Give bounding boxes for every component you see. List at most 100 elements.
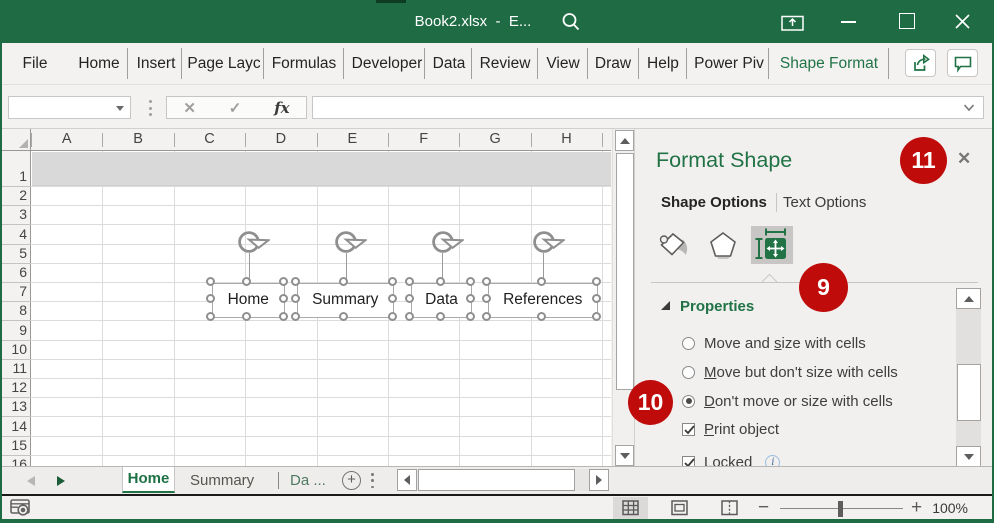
selection-handle[interactable] [466,311,475,321]
row-header-13[interactable]: 13 [2,398,27,414]
row-header-11[interactable]: 11 [2,360,27,376]
grid-horizontal-scrollbar[interactable] [397,469,609,491]
column-header-b[interactable]: B [102,129,173,150]
row-header-2[interactable]: 2 [2,187,27,203]
rotate-handle-icon[interactable] [333,229,368,255]
ribbon-tab-page-layc[interactable]: Page Layc [187,43,260,85]
page-break-preview-icon[interactable] [721,500,738,516]
radio-icon[interactable] [682,336,695,350]
ribbon-tab-home[interactable]: Home [78,43,119,85]
pane-scroll-up-button[interactable] [956,288,981,309]
rotate-handle-icon[interactable] [531,229,565,255]
sheet-nav-right-icon[interactable] [57,476,65,486]
worksheet-grid[interactable]: ABCDEFGH 1 2 3 4 5 6 7 8 9 10 11 12 13 14 15 16 Home Sum… [2,129,611,466]
zoom-in-button[interactable]: + [911,497,922,519]
ribbon-tab-file[interactable]: File [23,43,48,85]
radio-dont-move-or-size[interactable]: Don't move or size with cells [682,393,893,410]
column-header-a[interactable]: A [31,129,102,150]
select-all-corner[interactable] [2,129,31,151]
row-header-6[interactable]: 6 [2,264,27,280]
selection-handle[interactable] [290,294,300,304]
size-properties-icon-tab[interactable] [751,226,793,264]
column-header-g[interactable]: G [459,129,530,150]
row-header-12[interactable]: 12 [2,379,27,395]
pane-scroll-thumb[interactable] [956,364,981,421]
selection-handle[interactable] [435,311,445,321]
selection-handle[interactable] [206,311,215,321]
row-header-4[interactable]: 4 [2,226,27,242]
column-header-h[interactable]: H [531,129,602,150]
column-header-c[interactable]: C [174,129,245,150]
scroll-right-button[interactable] [589,469,609,491]
formula-bar-drag-handle[interactable] [149,100,152,116]
ribbon-tab-help[interactable]: Help [647,43,679,85]
row-header-10[interactable]: 10 [2,341,27,357]
selection-handle[interactable] [482,311,491,321]
selection-handle[interactable] [278,276,288,286]
selection-handle[interactable] [466,276,475,286]
selection-handle[interactable] [388,276,397,286]
radio-icon[interactable] [682,365,695,379]
vertical-scroll-thumb[interactable] [615,153,634,390]
selection-handle[interactable] [278,294,288,304]
name-box-dropdown-icon[interactable] [116,106,124,111]
row-header-5[interactable]: 5 [2,245,27,261]
row-header-14[interactable]: 14 [2,418,27,434]
column-header-e[interactable]: E [317,129,388,150]
section-collapse-icon[interactable] [661,301,670,310]
selection-handle[interactable] [290,276,300,286]
ribbon-tab-data[interactable]: Data [433,43,466,85]
shape-home[interactable]: Home [206,230,288,321]
ribbon-tab-developer[interactable]: Developer [352,43,423,85]
selection-handle[interactable] [536,276,546,286]
enter-button[interactable]: ✓ [229,99,242,117]
macro-recording-icon[interactable] [10,499,30,516]
page-layout-view-icon[interactable] [671,500,688,516]
tab-text-options[interactable]: Text Options [783,194,866,211]
pane-close-button[interactable]: ✕ [957,149,971,169]
pane-scroll-down-button[interactable] [956,446,981,467]
row-header-15[interactable]: 15 [2,437,27,453]
sheet-tab-home[interactable]: Home [122,467,175,493]
fill-line-icon-tab[interactable] [653,226,695,264]
radio-icon[interactable] [682,394,695,408]
tab-shape-options[interactable]: Shape Options [661,194,767,211]
search-icon[interactable] [560,11,582,33]
cancel-button[interactable]: ✕ [183,99,196,117]
ribbon-tab-shape-format[interactable]: Shape Format [780,43,878,85]
selection-handle[interactable] [591,294,601,304]
checkbox-icon[interactable] [682,422,695,436]
selection-handle[interactable] [405,311,414,321]
radio-move-but-dont-size[interactable]: Move but don't size with cells [682,364,898,381]
sheet-tab-summary[interactable]: Summary [190,467,254,493]
row-header-16[interactable]: 16 [2,456,27,466]
scroll-up-button[interactable] [615,130,634,151]
name-box[interactable] [8,96,131,119]
zoom-slider-thumb[interactable] [838,500,843,517]
row-header-9[interactable]: 9 [2,322,27,338]
sheet-tab-da[interactable]: Da ... [290,467,326,493]
ribbon-tab-power-piv[interactable]: Power Piv [694,43,764,85]
formula-input[interactable] [312,96,984,119]
minimize-button[interactable] [841,21,856,23]
selection-handle[interactable] [388,311,397,321]
scroll-left-button[interactable] [397,469,417,491]
ribbon-tab-formulas[interactable]: Formulas [272,43,337,85]
ribbon-tab-review[interactable]: Review [480,43,531,85]
zoom-out-button[interactable]: − [758,497,769,519]
share-button[interactable] [905,48,936,77]
selection-handle[interactable] [206,276,215,286]
selection-handle[interactable] [290,311,300,321]
shape-references[interactable]: References [482,230,601,321]
selection-handle[interactable] [536,311,546,321]
rotate-handle-icon[interactable] [236,229,271,255]
normal-view-icon[interactable] [622,500,639,516]
rotate-handle-icon[interactable] [430,229,464,255]
new-sheet-button[interactable]: + [342,471,361,490]
scroll-down-button[interactable] [615,445,634,466]
selection-handle[interactable] [435,276,445,286]
ribbon-tab-view[interactable]: View [546,43,579,85]
row-header-7[interactable]: 7 [2,283,27,299]
checkbox-print-object[interactable]: Print object [682,421,779,438]
close-window-button[interactable] [954,13,971,30]
